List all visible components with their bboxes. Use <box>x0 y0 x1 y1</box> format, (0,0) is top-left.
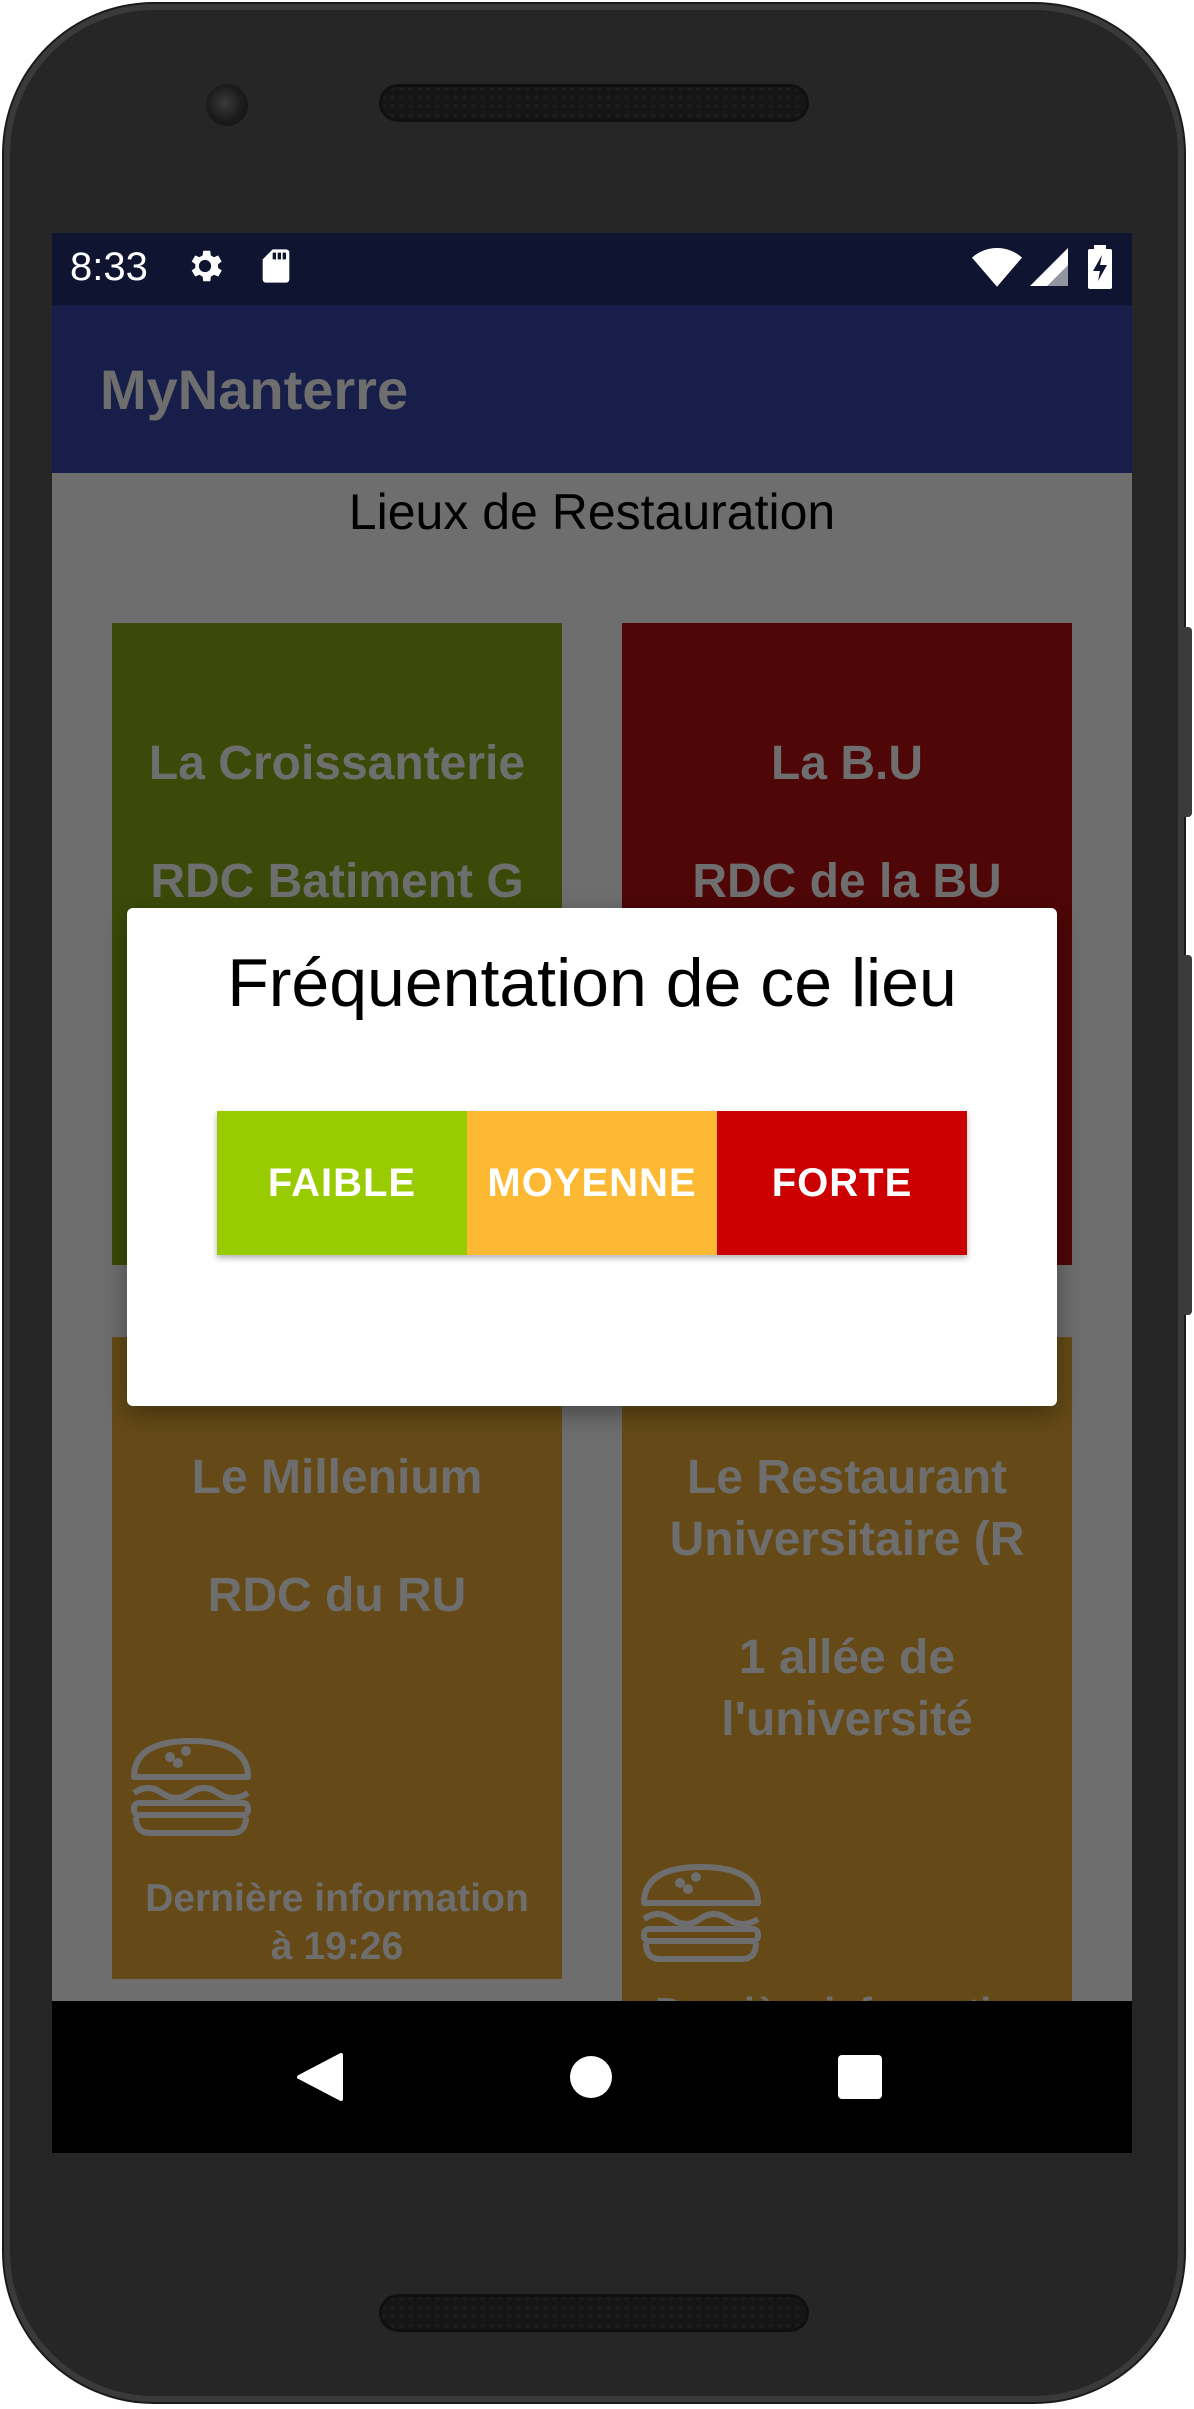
gear-icon <box>184 245 226 292</box>
forte-button[interactable]: FORTE <box>717 1111 967 1255</box>
page-title: Lieux de Restauration <box>348 484 836 540</box>
frequentation-dialog: Fréquentation de ce lieu FAIBLE MOYENNE … <box>127 908 1057 1406</box>
wifi-icon <box>972 247 1022 294</box>
status-time: 8:33 <box>70 245 148 289</box>
card-last-info: Dernière information à 19:26 <box>145 1877 529 1968</box>
status-bar: 8:33 <box>52 233 1132 305</box>
dialog-title: Fréquentation de ce lieu <box>227 945 957 1021</box>
card-name: Le Millenium <box>191 1451 483 1504</box>
front-camera <box>206 84 248 126</box>
volume-button <box>1180 627 1192 817</box>
card-millenium[interactable]: Le Millenium RDC du RU Dernière informat… <box>112 1337 562 1979</box>
signal-icon <box>1030 247 1068 292</box>
card-last-info: Dernière information <box>632 1989 1062 2001</box>
screen: 8:33 MyNanterre Lieux de Restauration La… <box>52 233 1132 2153</box>
power-button <box>1180 955 1192 1315</box>
card-address: RDC de la BU <box>692 855 1002 908</box>
bottom-speaker <box>379 2294 809 2332</box>
card-name: Le Restaurant Universitaire (R <box>669 1451 1025 1566</box>
card-name: La B.U <box>770 737 923 790</box>
recents-icon[interactable] <box>838 2055 882 2104</box>
battery-charging-icon <box>1086 243 1114 296</box>
sd-card-icon <box>256 245 296 292</box>
back-icon[interactable] <box>295 2051 343 2108</box>
top-speaker <box>379 84 809 122</box>
burger-icon <box>126 1737 256 1837</box>
card-address: 1 allée de l'université <box>721 1631 973 1746</box>
app-title: MyNanterre <box>100 358 409 421</box>
card-address: RDC du RU <box>207 1569 467 1622</box>
card-name: La Croissanterie <box>148 737 526 790</box>
card-address: RDC Batiment G <box>150 855 524 908</box>
home-icon[interactable] <box>569 2055 613 2104</box>
burger-icon <box>636 1863 766 1963</box>
faible-button[interactable]: FAIBLE <box>217 1111 467 1255</box>
frequentation-level-selector: FAIBLE MOYENNE FORTE <box>217 1111 967 1255</box>
moyenne-button[interactable]: MOYENNE <box>467 1111 717 1255</box>
app-bar: MyNanterre <box>52 305 1132 473</box>
navigation-bar <box>52 2001 1132 2153</box>
card-restaurant-universitaire[interactable]: Le Restaurant Universitaire (R 1 allée d… <box>622 1337 1072 2001</box>
